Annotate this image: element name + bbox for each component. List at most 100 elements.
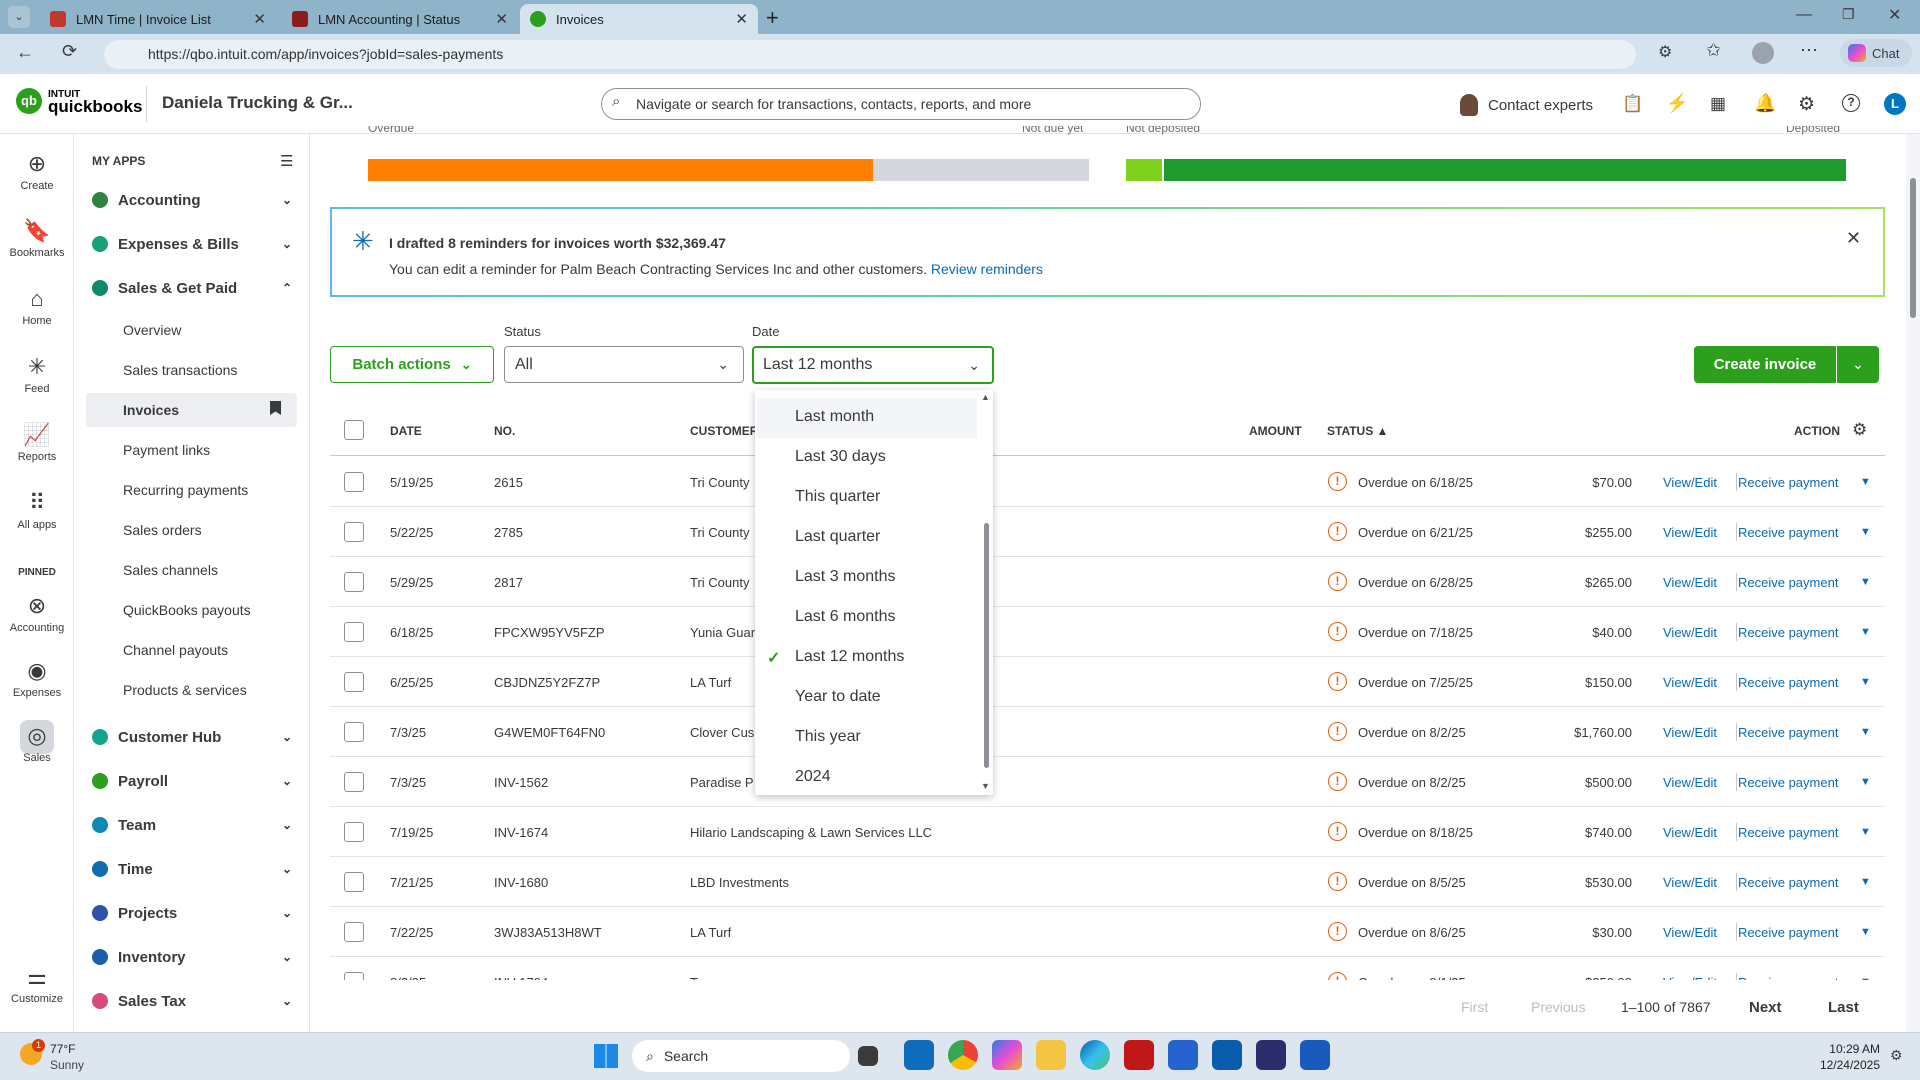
date-option[interactable]: Last 3 months [795, 568, 896, 586]
review-reminders-link[interactable]: Review reminders [931, 261, 1043, 277]
outlook-icon[interactable] [904, 1040, 934, 1070]
rail-feed[interactable]: ✳ Feed [0, 355, 74, 396]
nav-app-expenses[interactable]: Expenses & Bills ⌄ [92, 232, 292, 256]
date-option[interactable]: Last 12 months [795, 648, 904, 666]
minimize-icon[interactable]: — [1796, 6, 1812, 24]
quickbooks-logo[interactable]: qb INTUIT quickbooks [16, 88, 142, 115]
nav-app-payroll[interactable]: Payroll ⌄ [92, 769, 292, 793]
close-tab-icon[interactable]: ✕ [735, 10, 748, 28]
rail-bookmarks[interactable]: 🔖 Bookmarks [0, 219, 74, 260]
nav-sub-invoices-selected[interactable] [86, 393, 297, 427]
file-explorer-icon[interactable] [1036, 1040, 1066, 1070]
receive-payment-link[interactable]: Receive payment [1738, 625, 1838, 640]
date-option[interactable]: Last month [795, 408, 874, 426]
rail-all-apps[interactable]: ⠿ All apps [0, 491, 74, 532]
notification-center-icon[interactable]: ⚙ [1890, 1047, 1903, 1064]
action-menu-chevron-icon[interactable]: ▼ [1860, 726, 1871, 738]
lightning-icon[interactable]: ⚡ [1666, 93, 1688, 114]
action-menu-chevron-icon[interactable]: ▼ [1860, 626, 1871, 638]
collapse-nav-icon[interactable]: ☰ [280, 152, 293, 170]
create-invoice-menu-button[interactable]: ⌄ [1837, 346, 1879, 383]
view-edit-link[interactable]: View/Edit [1663, 875, 1717, 890]
apps-grid-icon[interactable]: ▦ [1710, 94, 1726, 114]
date-option[interactable]: Year to date [795, 688, 881, 706]
scroll-up-arrow-icon[interactable]: ▲ [981, 392, 990, 402]
quickassist-icon[interactable] [1256, 1040, 1286, 1070]
receive-payment-link[interactable]: Receive payment [1738, 675, 1838, 690]
company-name[interactable]: Daniela Trucking & Gr... [162, 93, 353, 113]
nav-sub-invoices[interactable]: Invoices [123, 402, 179, 418]
close-window-icon[interactable]: ✕ [1888, 5, 1901, 25]
nav-sub-products-services[interactable]: Products & services [123, 682, 247, 698]
browser-tab-lmn-time[interactable]: LMN Time | Invoice List ✕ [40, 4, 276, 34]
action-menu-chevron-icon[interactable]: ▼ [1860, 926, 1871, 938]
not-due-bar[interactable] [873, 159, 1089, 181]
url-field[interactable]: https://qbo.intuit.com/app/invoices?jobI… [104, 40, 1636, 69]
row-checkbox[interactable] [344, 572, 364, 592]
nav-app-projects[interactable]: Projects ⌄ [92, 901, 292, 925]
action-menu-chevron-icon[interactable]: ▼ [1860, 976, 1871, 980]
nav-sub-overview[interactable]: Overview [123, 322, 181, 338]
nav-sub-sales-channels[interactable]: Sales channels [123, 562, 218, 578]
pagination-next[interactable]: Next [1749, 999, 1782, 1016]
scroll-down-arrow-icon[interactable]: ▼ [981, 781, 990, 791]
col-header-no[interactable]: NO. [494, 424, 515, 438]
global-search-input[interactable]: Navigate or search for transactions, con… [601, 88, 1201, 120]
notifications-bell-icon[interactable]: 🔔 [1754, 93, 1776, 114]
action-menu-chevron-icon[interactable]: ▼ [1860, 676, 1871, 688]
col-header-status[interactable]: STATUS ▲ [1327, 424, 1388, 438]
nav-app-customer-hub[interactable]: Customer Hub ⌄ [92, 725, 292, 749]
nav-app-inventory[interactable]: Inventory ⌄ [92, 945, 292, 969]
nav-sub-quickbooks-payouts[interactable]: QuickBooks payouts [123, 602, 251, 618]
profile-avatar-icon[interactable] [1752, 42, 1774, 64]
nav-sub-sales-transactions[interactable]: Sales transactions [123, 362, 237, 378]
restore-icon[interactable]: ❐ [1842, 6, 1855, 23]
view-edit-link[interactable]: View/Edit [1663, 975, 1717, 980]
table-row[interactable]: 7/21/25 INV-1680 LBD Investments $530.00… [330, 857, 1885, 907]
rail-reports[interactable]: 📈 Reports [0, 423, 74, 464]
nav-sub-recurring-payments[interactable]: Recurring payments [123, 482, 248, 498]
row-checkbox[interactable] [344, 972, 364, 980]
receive-payment-link[interactable]: Receive payment [1738, 575, 1838, 590]
rail-home[interactable]: ⌂ Home [0, 287, 74, 328]
new-tab-icon[interactable]: + [766, 5, 779, 31]
nav-app-sales-tax[interactable]: Sales Tax ⌄ [92, 989, 292, 1013]
view-edit-link[interactable]: View/Edit [1663, 775, 1717, 790]
date-option[interactable]: This year [795, 728, 861, 746]
receive-payment-link[interactable]: Receive payment [1738, 925, 1838, 940]
nav-app-team[interactable]: Team ⌄ [92, 813, 292, 837]
task-view-icon[interactable] [858, 1046, 878, 1066]
col-header-amount[interactable]: AMOUNT [1249, 424, 1302, 438]
tasks-clipboard-icon[interactable]: 📋 [1622, 94, 1643, 114]
close-banner-icon[interactable]: ✕ [1846, 228, 1861, 249]
row-checkbox[interactable] [344, 522, 364, 542]
browser-tab-lmn-accounting[interactable]: LMN Accounting | Status ✕ [282, 4, 518, 34]
todo-check-icon[interactable] [1168, 1040, 1198, 1070]
remote-desktop-icon[interactable] [1212, 1040, 1242, 1070]
nav-sub-payment-links[interactable]: Payment links [123, 442, 210, 458]
not-deposited-bar[interactable] [1126, 159, 1162, 181]
view-edit-link[interactable]: View/Edit [1663, 925, 1717, 940]
action-menu-chevron-icon[interactable]: ▼ [1860, 776, 1871, 788]
taskbar-search[interactable]: ⌕ Search [632, 1040, 850, 1072]
windows-start-icon[interactable] [594, 1044, 618, 1068]
deposited-bar[interactable] [1164, 159, 1846, 181]
row-checkbox[interactable] [344, 622, 364, 642]
close-tab-icon[interactable]: ✕ [495, 10, 508, 28]
view-edit-link[interactable]: View/Edit [1663, 825, 1717, 840]
contact-experts-button[interactable]: Contact experts [1460, 94, 1593, 116]
receive-payment-link[interactable]: Receive payment [1738, 875, 1838, 890]
pagination-last[interactable]: Last [1828, 999, 1859, 1016]
view-edit-link[interactable]: View/Edit [1663, 675, 1717, 690]
table-row[interactable]: 8/2/25 INV-1794 Tom $250.00 ! Overdue on… [330, 957, 1885, 980]
table-row[interactable]: 5/29/25 2817 Tri County $265.00 ! Overdu… [330, 557, 1885, 607]
col-header-customer[interactable]: CUSTOMER [690, 424, 758, 438]
action-menu-chevron-icon[interactable]: ▼ [1860, 826, 1871, 838]
rail-pinned-sales[interactable]: ◎ Sales [0, 724, 74, 765]
batch-actions-button[interactable]: Batch actions ⌄ [330, 346, 494, 383]
receive-payment-link[interactable]: Receive payment [1738, 475, 1838, 490]
edge-icon[interactable] [1080, 1040, 1110, 1070]
action-menu-chevron-icon[interactable]: ▼ [1860, 476, 1871, 488]
close-tab-icon[interactable]: ✕ [253, 10, 266, 28]
table-row[interactable]: 5/19/25 2615 Tri County $70.00 ! Overdue… [330, 457, 1885, 507]
